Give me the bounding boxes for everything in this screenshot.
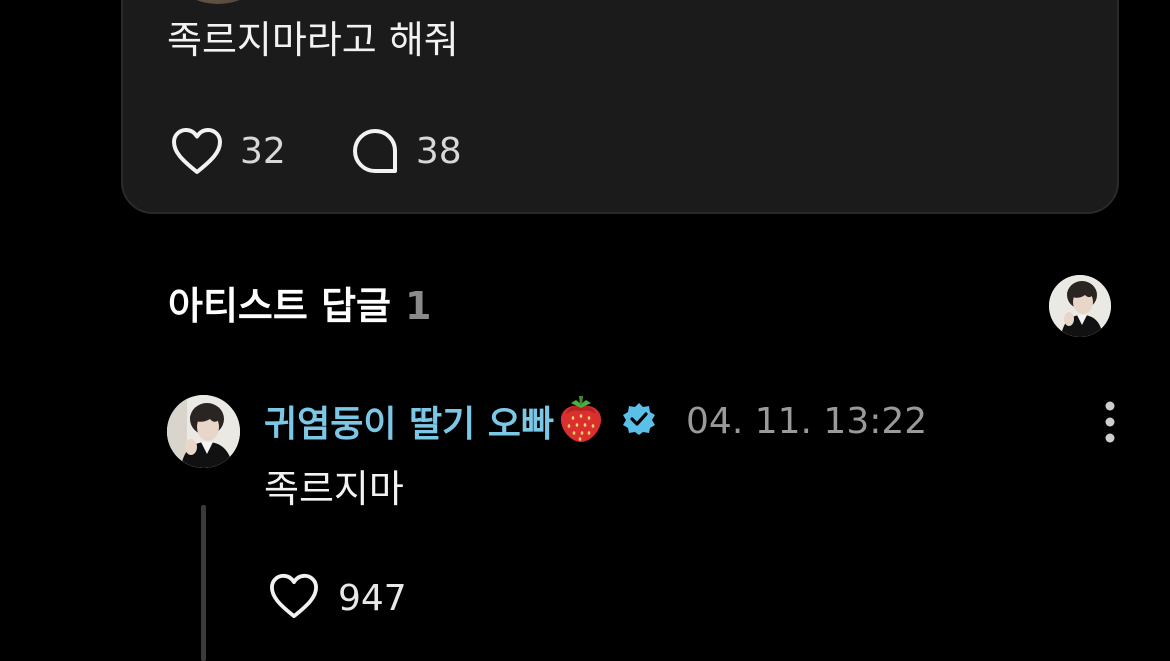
verified-badge-icon [622,402,656,440]
post-actions: 32 38 [170,126,462,176]
post-comment-count: 38 [415,130,462,172]
post-author-avatar[interactable] [171,0,265,4]
post-text: 족르지마라고 해줘 [167,18,459,62]
reply-author-name[interactable]: 귀염둥이 딸기 오빠 [264,395,554,447]
more-options-button[interactable] [1096,400,1124,444]
post-comment-button[interactable]: 38 [350,126,462,176]
reply-thread-line [201,505,206,661]
artist-replies-heading: 아티스트 답글 1 [168,282,431,330]
reply-like-button[interactable]: 947 [268,573,407,623]
post-like-count: 32 [240,130,286,172]
artist-avatar-small[interactable] [1049,275,1111,337]
reply-author-avatar[interactable] [167,395,240,468]
artist-replies-title: 아티스트 답글 [168,284,391,328]
heart-icon [268,572,320,624]
reply-timestamp: 04. 11. 13:22 [686,400,928,442]
more-vertical-icon [1096,401,1124,448]
comment-bubble-icon [350,126,400,176]
reply-text: 족르지마 [264,467,404,511]
strawberry-icon [558,394,604,448]
reply-header: 귀염둥이 딸기 오빠 04. 11. 13:22 [264,396,927,446]
heart-icon [170,126,224,176]
post-like-button[interactable]: 32 [170,126,286,176]
artist-replies-count: 1 [405,284,432,328]
reply-like-count: 947 [338,577,407,619]
